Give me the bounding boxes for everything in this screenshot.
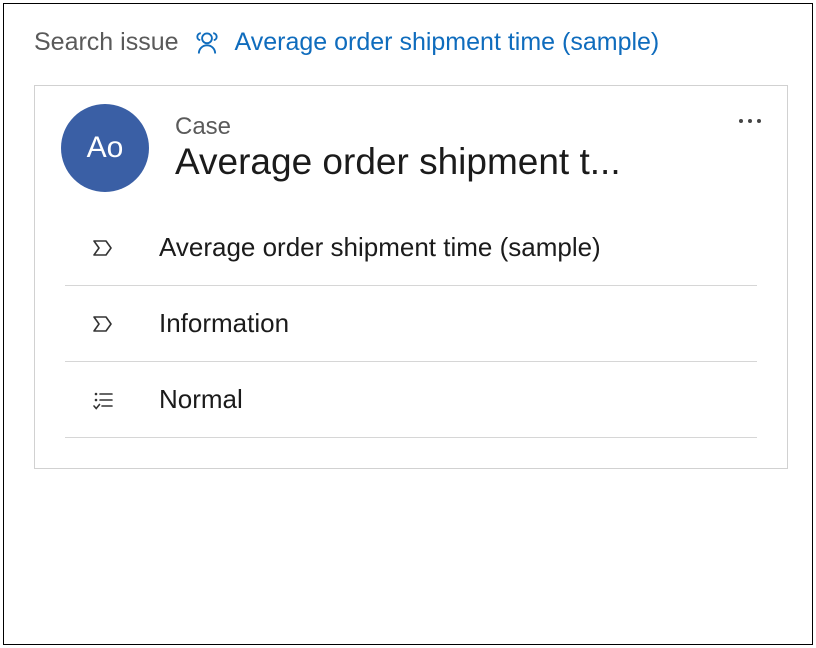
person-support-icon: [193, 29, 221, 57]
card-title: Average order shipment t...: [175, 141, 765, 183]
avatar-initials: Ao: [87, 131, 124, 165]
panel-container: Search issue Average order shipment time…: [3, 3, 813, 645]
breadcrumb-root[interactable]: Search issue: [34, 28, 179, 57]
row-subject-text: Average order shipment time (sample): [159, 232, 601, 263]
card-header: Ao Case Average order shipment t...: [35, 86, 787, 210]
breadcrumb-current[interactable]: Average order shipment time (sample): [235, 28, 660, 57]
row-priority-text: Normal: [159, 384, 243, 415]
priority-settings-icon: [91, 388, 121, 412]
row-priority[interactable]: Normal: [65, 362, 757, 438]
card-title-block: Case Average order shipment t...: [175, 113, 765, 183]
row-info[interactable]: Information: [65, 286, 757, 362]
chevron-tag-icon: [91, 236, 121, 260]
avatar: Ao: [61, 104, 149, 192]
breadcrumb: Search issue Average order shipment time…: [34, 28, 788, 57]
case-card: Ao Case Average order shipment t...: [34, 85, 788, 469]
chevron-tag-icon: [91, 312, 121, 336]
card-bottom-spacer: [35, 438, 787, 468]
card-rows: Average order shipment time (sample) Inf…: [35, 210, 787, 438]
row-info-text: Information: [159, 308, 289, 339]
more-options-icon[interactable]: [737, 106, 763, 132]
card-type-label: Case: [175, 113, 765, 141]
row-subject[interactable]: Average order shipment time (sample): [65, 210, 757, 286]
